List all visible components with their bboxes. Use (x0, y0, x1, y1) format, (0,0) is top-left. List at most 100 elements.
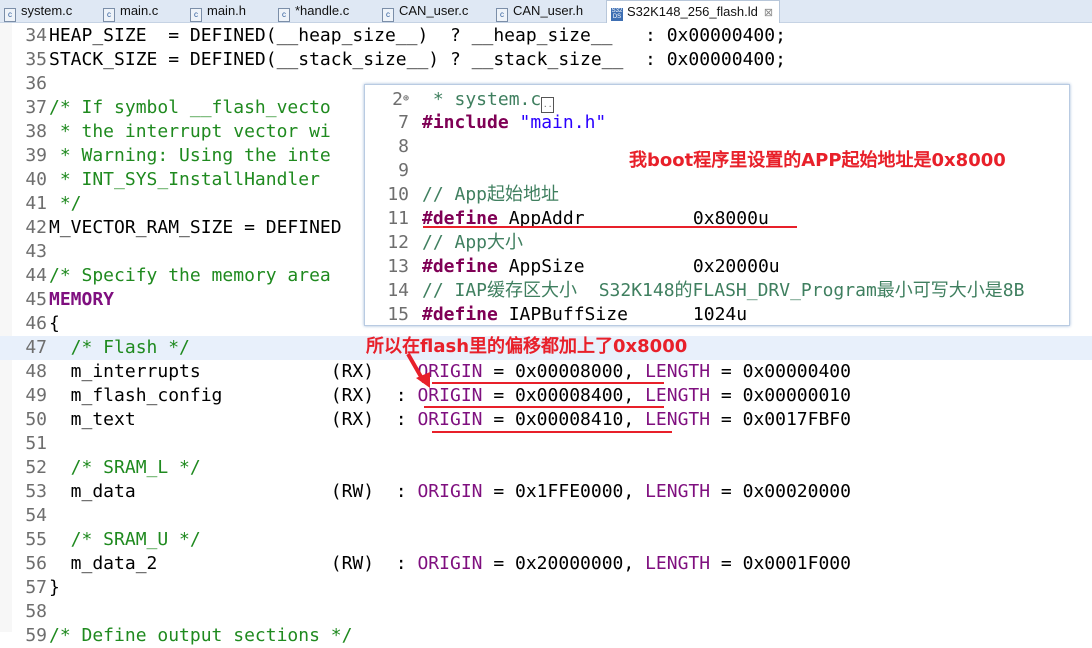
tab-main-h[interactable]: c main.h (190, 0, 246, 22)
tab-can-user-h[interactable]: c CAN_user.h (496, 0, 583, 22)
popup-code-line: 12 // App大小 (365, 231, 1069, 255)
code-text: /* Flash */ (49, 337, 190, 358)
popup-code-line: 13 #define AppSize 0x20000u (365, 255, 1069, 279)
popup-code-line: 2⊕ * system.c.. (365, 87, 1069, 113)
annotation-underline-appaddr (423, 226, 797, 228)
code-text: m_data (RW) : ORIGIN = 0x1FFE0000, LENGT… (49, 481, 851, 502)
c-file-icon: c (496, 8, 508, 22)
code-text: STACK_SIZE = DEFINED(__stack_size__) ? _… (49, 49, 786, 70)
code-text: /* If symbol __flash_vecto (49, 97, 331, 118)
code-line[interactable]: 34 HEAP_SIZE = DEFINED(__heap_size__) ? _… (0, 24, 1092, 48)
code-text: m_interrupts (RX) ORIGIN = 0x00008000, L… (49, 361, 851, 382)
line-number: 41 (25, 193, 47, 214)
code-text: * system.c.. (409, 88, 555, 113)
line-number: 58 (25, 601, 47, 622)
code-text: m_data_2 (RW) : ORIGIN = 0x20000000, LEN… (49, 553, 851, 574)
code-text: MEMORY (49, 289, 115, 310)
code-text: /* SRAM_U */ (49, 529, 201, 550)
line-number: 44 (25, 265, 47, 286)
code-text: * the interrupt vector wi (49, 121, 331, 142)
line-number: 15 (387, 304, 409, 325)
code-text: } (49, 577, 60, 598)
code-text: // IAP缓存区大小 S32K148的FLASH_DRV_Program最小可… (422, 280, 1025, 301)
code-text: #include "main.h" (422, 112, 607, 133)
annotation-underline-origin-3 (432, 431, 672, 433)
line-number: 42 (25, 217, 47, 238)
line-number: 7 (398, 112, 409, 133)
tab-main-c[interactable]: c main.c (103, 0, 158, 22)
code-line[interactable]: 53 m_data (RW) : ORIGIN = 0x1FFE0000, LE… (0, 480, 1092, 504)
code-text: #define AppSize 0x20000u (422, 256, 780, 277)
code-line[interactable]: 48 m_interrupts (RX) ORIGIN = 0x00008000… (0, 360, 1092, 384)
line-number: 56 (25, 553, 47, 574)
code-text: HEAP_SIZE = DEFINED(__heap_size__) ? __h… (49, 25, 786, 46)
code-text: m_text (RX) : ORIGIN = 0x00008410, LENGT… (49, 409, 851, 430)
line-number: 50 (25, 409, 47, 430)
line-number: 49 (25, 385, 47, 406)
code-line[interactable]: 35 STACK_SIZE = DEFINED(__stack_size__) ?… (0, 48, 1092, 72)
code-text: // App起始地址 (422, 184, 560, 205)
annotation-app-start-address: 我boot程序里设置的APP起始地址是0x8000 (629, 150, 1006, 171)
close-tab-icon[interactable]: ⊠ (764, 7, 773, 19)
c-file-icon: c (382, 8, 394, 22)
line-number: 36 (25, 73, 47, 94)
line-number: 57 (25, 577, 47, 598)
code-text: */ (49, 193, 82, 214)
line-number: 12 (387, 232, 409, 253)
line-number: 10 (387, 184, 409, 205)
code-line[interactable]: 59/* Define output sections */ (0, 624, 1092, 648)
tab-s32k148-flash-ld[interactable]: S32 DS S32K148_256_flash.ld ⊠ (606, 0, 781, 23)
tab-system-c[interactable]: c system.c (4, 0, 72, 22)
line-number: 51 (25, 433, 47, 454)
line-number: 46 (25, 313, 47, 334)
line-number: 38 (25, 121, 47, 142)
tab-can-user-c[interactable]: c CAN_user.c (382, 0, 468, 22)
code-line[interactable]: 51 (0, 432, 1092, 456)
line-number: 40 (25, 169, 47, 190)
hover-code-popup: 2⊕ * system.c.. 7 #include "main.h" 8 9 10 // … (364, 84, 1070, 326)
annotation-underline-origin-1 (432, 382, 664, 384)
line-number: 8 (398, 136, 409, 157)
line-number: 53 (25, 481, 47, 502)
line-number: 34 (25, 25, 47, 46)
line-number: 9 (398, 160, 409, 181)
line-number: 55 (25, 529, 47, 550)
code-text: m_flash_config (RX) : ORIGIN = 0x0000840… (49, 385, 851, 406)
annotation-underline-origin-2 (424, 406, 664, 408)
code-line[interactable]: 50 m_text (RX) : ORIGIN = 0x00008410, LE… (0, 408, 1092, 432)
code-text: M_VECTOR_RAM_SIZE = DEFINED (49, 217, 342, 238)
line-number: 59 (25, 625, 47, 646)
code-line[interactable]: 54 (0, 504, 1092, 528)
line-number: 13 (387, 256, 409, 277)
popup-code-line: 14 // IAP缓存区大小 S32K148的FLASH_DRV_Program最… (365, 279, 1069, 303)
line-number: 45 (25, 289, 47, 310)
code-text: * INT_SYS_InstallHandler (49, 169, 331, 190)
editor-tab-bar: c system.c c main.c c main.h c *handle.c c CA… (0, 0, 1092, 23)
line-number: 48 (25, 361, 47, 382)
line-number: 43 (25, 241, 47, 262)
code-line[interactable]: 57} (0, 576, 1092, 600)
line-number: 2⊕ (392, 89, 409, 110)
line-number: 37 (25, 97, 47, 118)
code-line[interactable]: 52 /* SRAM_L */ (0, 456, 1092, 480)
code-line[interactable]: 58 (0, 600, 1092, 624)
popup-code-line: 7 #include "main.h" (365, 111, 1069, 135)
line-number: 52 (25, 457, 47, 478)
tab-handle-c[interactable]: c *handle.c (278, 0, 349, 22)
c-file-icon: c (4, 8, 16, 22)
line-number: 11 (387, 208, 409, 229)
code-text: // App大小 (422, 232, 524, 253)
line-number: 54 (25, 505, 47, 526)
code-line[interactable]: 49 m_flash_config (RX) : ORIGIN = 0x0000… (0, 384, 1092, 408)
code-text: { (49, 313, 60, 334)
line-number: 35 (25, 49, 47, 70)
code-text: #define IAPBuffSize 1024u (422, 304, 748, 325)
code-text: * Warning: Using the inte (49, 145, 331, 166)
code-line[interactable]: 56 m_data_2 (RW) : ORIGIN = 0x20000000, … (0, 552, 1092, 576)
code-line[interactable]: 55 /* SRAM_U */ (0, 528, 1092, 552)
c-file-icon: c (278, 8, 290, 22)
line-number: 39 (25, 145, 47, 166)
c-file-icon: c (103, 8, 115, 22)
line-number: 47 (25, 337, 47, 358)
code-text: /* Define output sections */ (49, 625, 353, 646)
